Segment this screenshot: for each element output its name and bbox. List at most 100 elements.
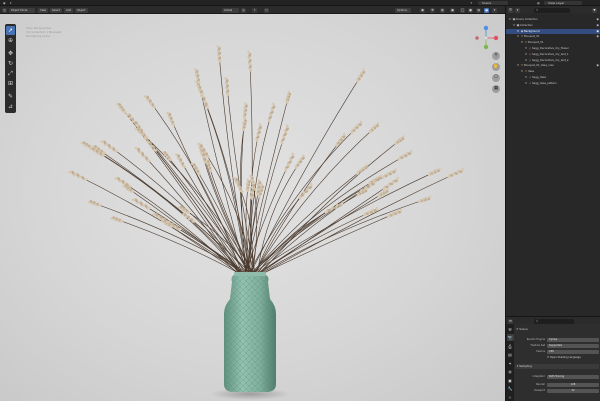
3d-viewport[interactable]: User Perspective (1) Collection | Bouque… [0, 14, 505, 401]
outliner-row[interactable]: ▾ ▽Bouquet_01 [506, 40, 600, 46]
object-tab-icon[interactable]: ▣ [507, 377, 514, 384]
viewport-header: ◫ Object Mode View Select Add Object Glo… [0, 6, 505, 14]
blender-logo-icon[interactable]: ◉ [3, 1, 6, 5]
viewport-samples-field[interactable]: 32 [547, 388, 599, 393]
outliner-row[interactable]: ▾ ▽Bouquet_01_Vase_rose ◉ [506, 63, 600, 69]
feature-set-label: Feature Set [530, 344, 545, 347]
context-label: Scene [519, 327, 528, 331]
outliner-row[interactable]: ▾ ◇Sagg_Decorative_dry_leaf_2 [506, 58, 600, 64]
bouquet-seed-heads [68, 45, 464, 231]
device-dropdown[interactable]: CPU [547, 349, 599, 354]
navigation-gizmo[interactable] [472, 24, 500, 52]
object-menu[interactable]: Object [75, 7, 88, 13]
solid-shading-icon[interactable]: ● [468, 7, 473, 13]
visibility-eye-icon[interactable]: ◉ [596, 23, 599, 29]
view-layer-tab-icon[interactable]: ▤ [507, 351, 514, 358]
outliner-row[interactable]: ▾ ◇Sagg_Decorative_dry_flower [506, 46, 600, 52]
material-shading-icon[interactable]: ◑ [476, 7, 481, 13]
viewport-samples-row: Viewport 32 [514, 388, 600, 393]
output-tab-icon[interactable]: ⎙ [507, 343, 514, 350]
visibility-eye-icon[interactable]: ◉ [596, 17, 599, 23]
render-engine-row: Render Engine Cycles [514, 337, 600, 342]
select-menu[interactable]: Select [50, 7, 62, 13]
options-dropdown[interactable]: Options [395, 7, 411, 13]
proportional-edit-icon[interactable]: ○ [264, 7, 269, 13]
world-tab-icon[interactable]: ◍ [507, 368, 514, 375]
z-axis-icon [483, 25, 489, 31]
sampling-panel-header[interactable]: ▾ Sampling [515, 364, 599, 369]
view-layer-selector[interactable]: View Layer [544, 1, 582, 5]
view-menu[interactable]: View [38, 7, 48, 13]
render-samples-field[interactable]: 128 [547, 382, 599, 387]
editor-type-icon[interactable]: ◫ [2, 7, 7, 13]
osl-row: ☐ Open Shading Language [514, 355, 600, 360]
rendered-shading-icon[interactable]: ◕ [484, 7, 489, 13]
properties-search-input[interactable]: ⚲ [534, 318, 574, 324]
display-mode-icon[interactable]: ▾ [515, 7, 520, 13]
outliner-row[interactable]: ▾ ▣Collection ◉ [506, 23, 600, 29]
outliner-row[interactable]: ▾ ◇Sagg_Vase [506, 75, 600, 81]
outliner-row[interactable]: ▾ ▽Vase [506, 69, 600, 75]
sampling-label: Sampling [519, 364, 532, 368]
outliner-row-label: Sagg_Decorative_dry_leaf_2 [532, 58, 569, 62]
render-tab-icon[interactable]: 📷 [506, 334, 514, 341]
object-mode-dropdown[interactable]: Object Mode [9, 7, 35, 13]
bouquet-render [68, 45, 464, 400]
shading-options-icon[interactable]: ▾ [492, 7, 497, 13]
gizmo-toggle-icon[interactable]: ✥ [430, 7, 435, 13]
render-engine-label: Render Engine [526, 338, 545, 341]
osl-checkbox[interactable]: ☐ Open Shading Language [547, 356, 581, 360]
pan-hand-icon[interactable]: ✋ [492, 63, 500, 71]
wireframe-shading-icon[interactable]: ◯ [460, 7, 465, 13]
osl-label: Open Shading Language [550, 355, 581, 359]
visibility-icon[interactable]: ◉ [420, 7, 425, 13]
scene-selector[interactable]: Scene [478, 1, 508, 5]
outliner-row[interactable]: ▾ ◇Sagg_Decorative_dry_leaf_1 [506, 52, 600, 58]
particles-tab-icon[interactable]: ✧ [507, 394, 514, 401]
outliner-row[interactable]: ▾ ◇Sagg_Vase_pattern [506, 81, 600, 87]
properties-context: ✦ Scene [516, 327, 528, 331]
visibility-eye-icon[interactable]: ◉ [596, 34, 599, 40]
render-samples-row: Render 128 [514, 382, 600, 387]
device-label: Device [536, 350, 545, 353]
overlay-toggle-icon[interactable]: ◐ [440, 7, 445, 13]
tool-tab-icon[interactable]: ⚒ [507, 326, 514, 333]
zoom-icon[interactable]: ⚲ [492, 52, 500, 60]
render-engine-dropdown[interactable]: Cycles [547, 337, 599, 342]
visibility-eye-icon[interactable]: ◉ [596, 63, 599, 69]
integrator-dropdown[interactable]: Path Tracing [547, 374, 599, 379]
integrator-label: Integrator [532, 375, 545, 378]
scene-tab-icon[interactable]: ✦ [507, 360, 514, 367]
scene-icon: ✦ [470, 1, 473, 5]
camera-view-icon[interactable]: ⎔ [492, 74, 500, 82]
snap-icon[interactable]: ⌖ [252, 7, 257, 13]
outliner-row-label: Sagg_Decorative_dry_flower [532, 47, 569, 50]
xray-icon[interactable]: ▣ [450, 7, 455, 13]
outliner-row[interactable]: ▾ ▣Scene Collection ◉ [506, 17, 600, 23]
outliner-row-label: Background [524, 29, 540, 33]
file-menu-icon[interactable]: ▾ [10, 1, 12, 5]
feature-set-dropdown[interactable]: Supported [547, 343, 599, 348]
visibility-eye-icon[interactable]: ◉ [596, 29, 599, 35]
x-axis-icon [493, 35, 499, 41]
viewport-nav-buttons: ⚲ ✋ ⎔ ▦ [492, 52, 501, 96]
perspective-toggle-icon[interactable]: ▦ [492, 85, 500, 93]
properties-editor-icon[interactable]: ⊟ [508, 318, 513, 324]
outliner-row-label: Bouquet_01 [524, 35, 540, 39]
transform-orientation-dropdown[interactable]: Global [222, 7, 239, 13]
outliner-row-label: Vase [528, 70, 535, 74]
render-samples-label: Render [536, 383, 545, 386]
properties-panel: ✦ Scene Render Engine Cycles Feature Set… [514, 324, 600, 401]
outliner-row[interactable]: ▾ ◆Background ◉ [506, 28, 600, 35]
add-menu[interactable]: Add [64, 7, 73, 13]
outliner-row-label: Collection [520, 23, 533, 27]
outliner-row-label: Bouquet_01 [528, 41, 544, 45]
outliner-row-label: Scene Collection [516, 18, 538, 21]
outliner-row-label: Bouquet_01_Vase_rose [524, 64, 554, 68]
filter-icon[interactable]: ▼ [592, 7, 597, 13]
modifier-tab-icon[interactable]: 🔧 [507, 385, 514, 392]
outliner-editor-icon[interactable]: ☰ [508, 7, 513, 13]
outliner-search-input[interactable]: ⚲ [534, 7, 570, 13]
outliner-row[interactable]: ▾ ▽Bouquet_01 ◉ [506, 34, 600, 40]
pivot-icon[interactable]: ◎ [241, 7, 246, 13]
